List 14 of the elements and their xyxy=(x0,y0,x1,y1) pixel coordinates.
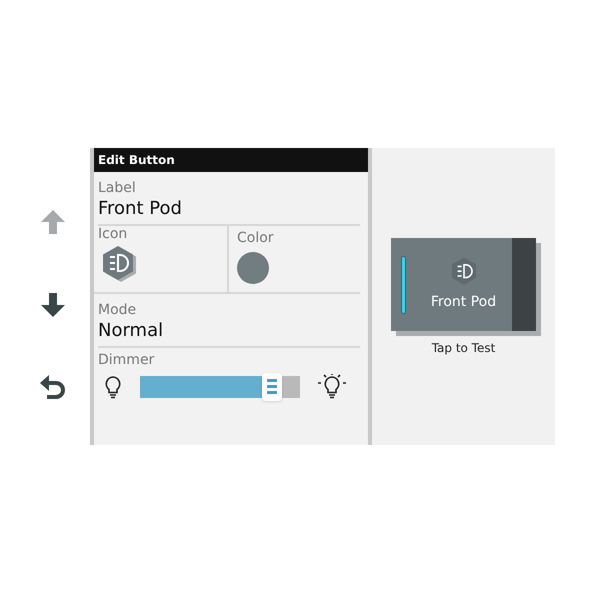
color-swatch[interactable] xyxy=(237,252,269,284)
field-caption: Mode xyxy=(98,302,138,320)
field-caption: Label xyxy=(98,180,137,198)
mode-value[interactable]: Normal xyxy=(98,320,360,342)
field-caption: Color xyxy=(237,230,274,248)
slider-handle[interactable] xyxy=(262,372,282,400)
tap-caption: Tap to Test xyxy=(432,340,496,357)
field-caption: Dimmer xyxy=(98,352,156,370)
label-value[interactable]: Front Pod xyxy=(98,198,360,220)
bright-bulb-icon xyxy=(316,374,348,400)
field-caption: Icon xyxy=(98,226,128,244)
preview-button[interactable]: Front Pod xyxy=(391,238,536,331)
preview-label: Front Pod xyxy=(430,293,496,312)
panel-title: Edit Button xyxy=(94,148,368,172)
